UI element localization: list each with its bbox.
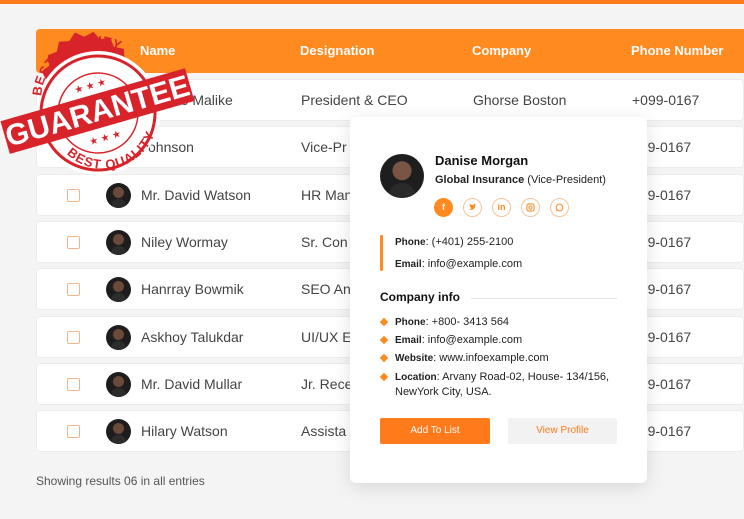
row-checkbox[interactable]	[67, 283, 80, 297]
row-checkbox[interactable]	[67, 330, 80, 344]
results-summary: Showing results 06 in all entries	[36, 474, 205, 488]
email-value[interactable]: : info@example.com	[422, 258, 522, 270]
row-name[interactable]: Askhoy Talukdar	[141, 317, 243, 357]
whatsapp-icon[interactable]	[550, 198, 569, 217]
add-to-list-button[interactable]: Add To List	[380, 418, 490, 444]
row-designation: Vice-Pr	[301, 139, 347, 156]
company-website: Website: www.infoexample.com	[395, 352, 549, 364]
row-designation: President & CEO	[301, 92, 408, 108]
email-label: Email	[395, 259, 422, 270]
avatar	[106, 277, 131, 303]
linkedin-icon[interactable]: in	[492, 198, 511, 217]
row-designation: Sr. Con	[301, 233, 348, 250]
contact-phone: Phone: (+401) 255-2100	[395, 236, 513, 248]
bullet-icon	[379, 372, 389, 382]
phone-label: Phone	[395, 237, 426, 248]
row-designation: Assista	[301, 423, 347, 440]
contact-accent-bar	[380, 235, 383, 271]
header-designation[interactable]: Designation	[300, 29, 374, 73]
organization-role: (Vice-President)	[524, 174, 606, 186]
avatar	[380, 154, 424, 198]
header-company[interactable]: Company	[472, 29, 531, 73]
row-checkbox[interactable]	[67, 425, 80, 439]
contact-organization: Global Insurance (Vice-President)	[435, 174, 606, 186]
avatar	[106, 229, 131, 255]
company-email: Email: info@example.com	[395, 334, 522, 346]
company-website-value[interactable]: : www.infoexample.com	[433, 352, 549, 364]
view-profile-button[interactable]: View Profile	[508, 418, 617, 444]
header-phone[interactable]: Phone Number	[631, 29, 723, 73]
top-accent-bar	[0, 0, 744, 4]
company-phone-label: Phone	[395, 317, 426, 328]
row-checkbox[interactable]	[67, 377, 80, 391]
row-designation: SEO An	[301, 281, 351, 298]
instagram-icon[interactable]	[521, 198, 540, 217]
company-location-label: Location	[395, 372, 437, 383]
row-checkbox[interactable]	[67, 235, 80, 249]
company-website-label: Website	[395, 353, 434, 364]
organization-name: Global Insurance	[435, 174, 525, 186]
bullet-icon	[379, 335, 389, 345]
avatar	[106, 371, 131, 397]
bullet-icon	[379, 353, 389, 363]
facebook-icon[interactable]: f	[434, 198, 453, 217]
row-name[interactable]: Niley Wormay	[141, 222, 228, 262]
company-phone-value: : +800- 3413 564	[425, 316, 510, 328]
phone-value[interactable]: : (+401) 255-2100	[426, 236, 514, 248]
twitter-icon[interactable]	[463, 198, 482, 217]
row-phone: +099-0167	[632, 92, 700, 108]
company-location-line2: NewYork City, USA.	[395, 386, 492, 398]
avatar	[106, 419, 131, 445]
row-designation: Jr. Rece	[301, 375, 353, 392]
company-email-label: Email	[395, 335, 422, 346]
company-location-value: : Arvany Road-02, House- 134/156,	[436, 371, 610, 383]
company-info-title: Company info	[380, 290, 460, 304]
divider	[471, 298, 617, 299]
company-email-value[interactable]: : info@example.com	[422, 334, 522, 346]
row-company: Ghorse Boston	[473, 92, 567, 108]
contact-name: Danise Morgan	[435, 153, 529, 168]
row-name[interactable]: Hanrray Bowmik	[141, 269, 244, 309]
contact-card: Danise Morgan Global Insurance (Vice-Pre…	[350, 117, 647, 483]
contact-email: Email: info@example.com	[395, 258, 522, 270]
row-designation: UI/UX E	[301, 328, 352, 345]
row-name[interactable]: Hilary Watson	[141, 411, 228, 451]
bullet-icon	[379, 317, 389, 327]
row-name[interactable]: Mr. David Mullar	[141, 364, 242, 404]
best-quality-guarantee-stamp: BEST QUALITY BEST QUALITY GUARANTEE ★ ★ …	[0, 31, 195, 175]
company-phone: Phone: +800- 3413 564	[395, 316, 509, 328]
avatar	[106, 324, 131, 350]
row-designation: HR Man	[301, 186, 353, 203]
company-location: Location: Arvany Road-02, House- 134/156…	[395, 371, 609, 383]
